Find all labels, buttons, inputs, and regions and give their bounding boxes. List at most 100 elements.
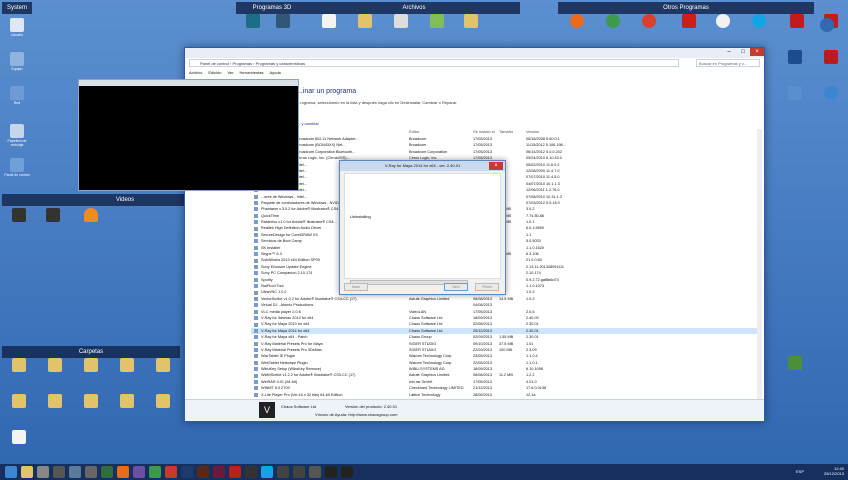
search-input[interactable]: Buscar en Programas y c... [696,59,760,67]
program-icon [254,348,258,353]
folder-icon-a[interactable] [6,358,32,373]
group-archivos: Archivos [308,2,520,14]
video-icon-1[interactable] [6,208,32,223]
folder-icon[interactable] [352,14,378,29]
folder-icon-2[interactable] [458,14,484,29]
red-icon[interactable]: Red [4,86,30,105]
sketchup-icon[interactable] [782,50,808,65]
skype-icon[interactable] [746,14,772,29]
illustrator-taskbar-icon[interactable] [197,466,209,478]
program-icon [254,213,258,218]
menu-herramientas[interactable]: Herramientas [239,70,263,75]
3dsmax-icon[interactable] [270,14,296,29]
back-button[interactable]: Back [344,283,368,291]
explorer-taskbar-icon[interactable] [21,466,33,478]
program-icon [254,201,258,206]
photoshop-taskbar-icon[interactable] [181,466,193,478]
dialog-close-button[interactable]: × [489,162,503,170]
menu-ayuda[interactable]: Ayuda [270,70,281,75]
minimize-button[interactable]: – [722,48,736,56]
chrome-taskbar-icon[interactable] [149,466,161,478]
chrome-icon[interactable] [600,14,626,29]
program-icon [254,258,258,263]
chrome-icon-2[interactable] [636,14,662,29]
maximize-button[interactable]: □ [736,48,750,56]
ie-icon[interactable] [818,86,844,101]
app-taskbar-icon-8[interactable] [277,466,289,478]
menu-archivo[interactable]: Archivo [189,70,202,75]
app-taskbar-icon-2[interactable] [69,466,81,478]
usuario-icon[interactable]: Usuario [4,18,30,37]
table-cell: Lattice Technology [409,392,441,397]
close-button[interactable]: × [750,48,764,56]
ie-taskbar-icon[interactable] [5,466,17,478]
vlc-icon[interactable] [78,208,104,223]
program-icon [254,360,258,365]
folder-icon-b[interactable] [42,358,68,373]
finish-button[interactable]: Finish [475,283,499,291]
network-icon[interactable] [782,86,808,101]
maya-icon[interactable] [240,14,266,29]
folder-icon-c[interactable] [78,358,104,373]
organize-button[interactable]: ... y cambiar [297,121,319,126]
tray-language[interactable]: ESP [796,469,804,474]
program-icon [254,226,258,231]
app-taskbar-icon-10[interactable] [309,466,321,478]
red-app-icon[interactable] [818,50,844,65]
folder-icon-j[interactable] [150,394,176,409]
col-version[interactable]: Versión [526,129,539,134]
col-editor[interactable]: Editor [409,129,419,134]
app-taskbar-icon-3[interactable] [85,466,97,478]
folder-icon-g[interactable] [42,394,68,409]
video-icon-2[interactable] [40,208,66,223]
file-icon[interactable] [316,14,342,29]
folder-icon-i[interactable] [114,394,140,409]
scrollbar[interactable] [757,129,762,399]
system-tray[interactable]: ESP 12:40 25/12/2013 [796,466,844,476]
menu-edicion[interactable]: Edición [208,70,221,75]
folder-icon-h[interactable] [78,394,104,409]
address-bar[interactable]: Panel de control › Programas › Programas… [189,59,679,67]
indesign-taskbar-icon[interactable] [213,466,225,478]
menu-ver[interactable]: Ver [227,70,233,75]
app-taskbar-icon-7[interactable] [245,466,257,478]
panel-control-icon[interactable]: Panel de control [4,158,30,177]
media-taskbar-icon[interactable] [37,466,49,478]
program-list: ...ores de Windows - Broadcom 802.11 Net… [251,136,761,398]
app-icon[interactable] [784,14,810,29]
vray-taskbar-icon[interactable] [325,466,337,478]
dialog-status: Uninstalling [350,214,371,219]
acrobat-taskbar-icon[interactable] [229,466,241,478]
tray-date: 25/12/2013 [823,471,844,476]
black-window-titlebar[interactable] [79,80,298,86]
taskbar: ESP 12:40 25/12/2013 [0,464,848,480]
image-icon[interactable] [424,14,450,29]
folder-icon-f[interactable] [6,394,32,409]
doc-icon[interactable] [388,14,414,29]
firefox-taskbar-icon[interactable] [117,466,129,478]
app-taskbar-icon-9[interactable] [293,466,305,478]
app-taskbar-icon-1[interactable] [53,466,65,478]
file-icon-bottom[interactable] [6,430,32,445]
google-earth-icon[interactable] [814,18,840,33]
app-taskbar-icon-5[interactable] [133,466,145,478]
skype-taskbar-icon[interactable] [261,466,273,478]
table-row[interactable]: X-Lite Player Pro (Ver.16.x 32 bits) 64-… [251,392,761,398]
equipo-icon[interactable]: Equipo [4,52,30,71]
program-icon [254,316,258,321]
program-icon [254,328,258,333]
app-taskbar-icon-6[interactable] [165,466,177,478]
col-installed[interactable]: Se instaló el [473,129,495,134]
flag-icon[interactable] [782,356,808,371]
firefox-icon[interactable] [564,14,590,29]
dialog-titlebar: V-Ray for Maya 2014 for x64 - ver. 2.40.… [340,161,505,171]
app-taskbar-icon-4[interactable] [101,466,113,478]
folder-icon-d[interactable] [114,358,140,373]
vray-taskbar-icon-2[interactable] [341,466,353,478]
acrobat-icon[interactable] [676,14,702,29]
next-button[interactable]: Next [444,283,468,291]
folder-icon-e[interactable] [150,358,176,373]
panda-icon[interactable] [710,14,736,29]
papelera-icon[interactable]: Papelera de reciclaje [4,124,30,147]
col-size[interactable]: Tamaño [499,129,513,134]
